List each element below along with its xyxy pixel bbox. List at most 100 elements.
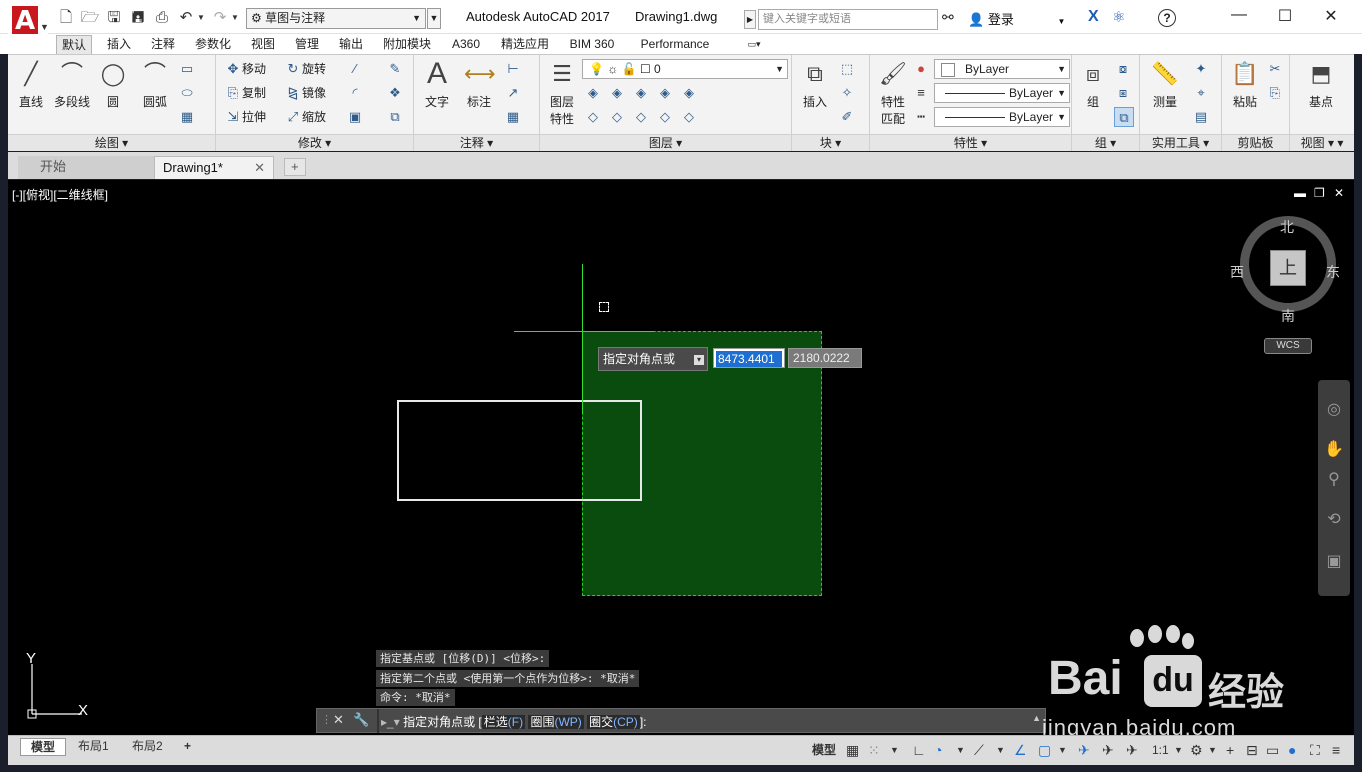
- rectangle-button[interactable]: ▭: [178, 59, 196, 79]
- viewcube-top-face[interactable]: 上: [1270, 250, 1306, 286]
- auto-scale-icon[interactable]: ✈: [1102, 742, 1114, 758]
- group-edit-button[interactable]: ⧆: [1114, 83, 1132, 103]
- tab-bim360[interactable]: BIM 360: [564, 35, 620, 54]
- polyline-button[interactable]: ⌒ 多段线: [52, 59, 92, 110]
- layers-panel-label[interactable]: 图层 ▾: [540, 134, 791, 151]
- lineweight-select[interactable]: ByLayer ▼: [934, 107, 1070, 127]
- tab-drawing1[interactable]: Drawing1* ✕: [154, 156, 274, 179]
- layer-properties-button[interactable]: ☰ 图层 特性: [544, 59, 580, 127]
- line-button[interactable]: ╱ 直线: [12, 59, 50, 110]
- scale-button[interactable]: ⤢ 缩放: [284, 107, 326, 127]
- tab-view[interactable]: 视图: [246, 35, 280, 54]
- cut-button[interactable]: ✂: [1266, 59, 1284, 79]
- a360-connect-icon[interactable]: ⚛: [1112, 8, 1125, 26]
- isolate-objects-icon[interactable]: ⊟: [1246, 742, 1258, 758]
- compass-west[interactable]: 西: [1230, 262, 1244, 282]
- compass-south[interactable]: 南: [1281, 306, 1295, 326]
- close-button[interactable]: ✕: [1316, 6, 1346, 26]
- add-layout-button[interactable]: +: [180, 738, 195, 756]
- chevron-down-icon[interactable]: ▼: [996, 742, 1005, 758]
- annotation-scale-value[interactable]: 1:1: [1152, 742, 1169, 758]
- layer-tool-10[interactable]: ◇: [680, 107, 698, 127]
- layer-tool-4[interactable]: ◈: [656, 83, 674, 103]
- new-tab-button[interactable]: +: [284, 158, 306, 176]
- binoculars-icon[interactable]: ⚯: [942, 9, 954, 26]
- viewport-minimize-icon[interactable]: ▬: [1294, 186, 1306, 200]
- viewport-restore-icon[interactable]: ❐: [1314, 186, 1325, 200]
- dynamic-input-y[interactable]: 2180.0222: [788, 348, 862, 368]
- object-snap-tracking-icon[interactable]: ∠: [1014, 742, 1027, 758]
- annotation-panel-label[interactable]: 注释 ▾: [414, 134, 539, 151]
- layer-tool-8[interactable]: ◇: [632, 107, 650, 127]
- linetype-select[interactable]: ByLayer ▼: [934, 83, 1070, 103]
- save-as-icon[interactable]: 🖪: [128, 8, 148, 28]
- compass-north[interactable]: 北: [1280, 217, 1294, 237]
- view-panel-label[interactable]: 视图 ▾ ▾: [1290, 134, 1354, 151]
- circle-button[interactable]: ◯ 圆: [94, 59, 132, 110]
- tab-layout1[interactable]: 布局1: [68, 738, 119, 756]
- search-input[interactable]: 键入关键字或短语: [758, 9, 938, 30]
- stretch-button[interactable]: ⇲ 拉伸: [224, 107, 266, 127]
- mirror-button[interactable]: ⧎ 镜像: [284, 83, 326, 103]
- layer-tool-2[interactable]: ◈: [608, 83, 626, 103]
- chevron-down-icon[interactable]: ▼: [890, 742, 899, 758]
- zoom-icon[interactable]: ⚲: [1322, 468, 1346, 492]
- edit-attribute-button[interactable]: ✐: [838, 107, 856, 127]
- undo-dropdown-icon[interactable]: ▼: [196, 8, 206, 28]
- model-space-toggle[interactable]: 模型: [812, 742, 836, 758]
- annotation-scale-icon[interactable]: ✈: [1126, 742, 1138, 758]
- copy-clip-button[interactable]: ⎘: [1266, 83, 1284, 103]
- paste-button[interactable]: 📋 粘贴: [1226, 59, 1264, 110]
- viewport-close-icon[interactable]: ✕: [1334, 186, 1344, 200]
- wrench-icon[interactable]: 🔧: [353, 712, 369, 728]
- layer-tool-5[interactable]: ◈: [680, 83, 698, 103]
- layer-tool-9[interactable]: ◇: [656, 107, 674, 127]
- wcs-menu[interactable]: WCS: [1264, 338, 1312, 354]
- minimize-button[interactable]: —: [1224, 6, 1254, 26]
- hatch-button[interactable]: ⬭: [178, 83, 196, 103]
- qat-customize-button[interactable]: ▼: [427, 8, 441, 29]
- group-button[interactable]: ⧈ 组: [1074, 59, 1112, 110]
- tab-a360[interactable]: A360: [446, 35, 486, 54]
- quick-select-button[interactable]: ✦: [1192, 59, 1210, 79]
- command-line[interactable]: ⋮ ✕ 🔧 ▸_▾ 指定对角点或 [栏选(F) 圈围(WP) 圈交(CP)]: …: [316, 708, 1046, 733]
- dimension-button[interactable]: ⟷ 标注: [460, 59, 498, 110]
- move-button[interactable]: ✥ 移动: [224, 59, 266, 79]
- point-button[interactable]: ⌖: [1192, 83, 1210, 103]
- measure-button[interactable]: 📏 测量: [1146, 59, 1184, 110]
- print-icon[interactable]: ⎙: [152, 8, 172, 28]
- orbit-icon[interactable]: ⟲: [1322, 508, 1346, 532]
- chevron-down-icon[interactable]: ▼: [1208, 742, 1217, 758]
- option-fence[interactable]: 栏选(F): [481, 715, 526, 729]
- match-properties-button[interactable]: 🖌 特性 匹配: [874, 59, 912, 127]
- option-cpolygon[interactable]: 圈交(CP): [587, 715, 640, 729]
- annotation-visibility-icon[interactable]: ✈: [1078, 742, 1090, 758]
- ribbon-minimize-button[interactable]: ▭▾: [740, 35, 768, 54]
- draw-panel-label[interactable]: 绘图 ▾: [8, 134, 215, 151]
- undo-icon[interactable]: ↶: [176, 8, 196, 28]
- snap-icon[interactable]: ⁙: [868, 742, 880, 758]
- tab-performance[interactable]: Performance: [630, 35, 720, 54]
- calculator-button[interactable]: ▤: [1192, 107, 1210, 127]
- login-button[interactable]: 👤 登录 ▼: [968, 9, 1065, 28]
- clean-screen-toggle-icon[interactable]: ●: [1288, 742, 1296, 758]
- tab-layout2[interactable]: 布局2: [122, 738, 173, 756]
- workspace-select[interactable]: ⚙ 草图与注释 ▼: [246, 8, 426, 29]
- tab-model[interactable]: 模型: [20, 738, 67, 756]
- color-select[interactable]: ByLayer ▼: [934, 59, 1070, 79]
- layer-tool-1[interactable]: ◈: [584, 83, 602, 103]
- hardware-acceleration-icon[interactable]: ▭: [1266, 742, 1279, 758]
- down-arrow-icon[interactable]: ▾: [694, 355, 704, 365]
- redo-icon[interactable]: ↷: [210, 8, 230, 28]
- erase-button[interactable]: ✎: [386, 59, 404, 79]
- grid-icon[interactable]: ▦: [846, 742, 859, 758]
- offset-button[interactable]: ⧉: [386, 107, 404, 127]
- layer-tool-6[interactable]: ◇: [584, 107, 602, 127]
- layer-tool-7[interactable]: ◇: [608, 107, 626, 127]
- exchange-apps-icon[interactable]: X: [1088, 8, 1099, 26]
- tab-annotate[interactable]: 注释: [146, 35, 180, 54]
- redo-dropdown-icon[interactable]: ▼: [230, 8, 240, 28]
- pan-hand-icon[interactable]: ✋: [1322, 438, 1346, 462]
- utilities-panel-label[interactable]: 实用工具 ▾: [1140, 134, 1221, 151]
- text-button[interactable]: A 文字: [418, 59, 456, 110]
